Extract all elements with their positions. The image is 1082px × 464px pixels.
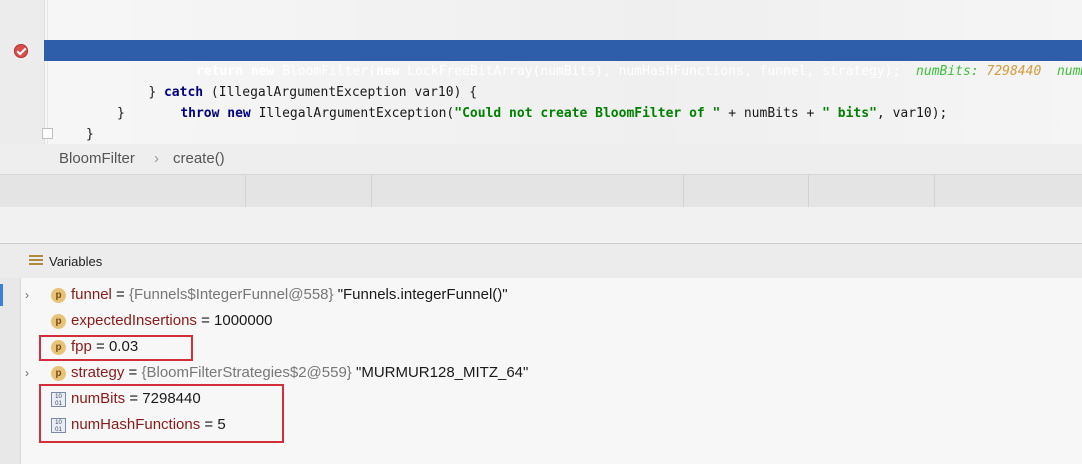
annotation-box-numbits-hash — [39, 384, 284, 443]
breadcrumb-separator-icon: › — [154, 150, 159, 167]
selection-marker — [0, 284, 3, 306]
variables-icon — [29, 255, 43, 267]
current-execution-line: return new BloomFilter(new LockFreeBitAr… — [44, 40, 1082, 79]
variable-value: 1000000 — [214, 312, 273, 329]
inline-value-numbits-label: numBits: — [916, 64, 987, 79]
breadcrumb: BloomFilter › create() — [0, 144, 1082, 174]
breadcrumb-method[interactable]: create() — [173, 150, 225, 167]
toolbar-divider — [683, 175, 684, 207]
variables-tree[interactable]: › p funnel = {Funnels$IntegerFunnel@558}… — [21, 278, 1082, 464]
code-line-catch: } catch (IllegalArgumentException var10)… — [148, 85, 478, 100]
parameter-icon: p — [51, 288, 66, 303]
variables-panel-header: Variables — [0, 243, 1082, 279]
inline-value-numhash: numHash — [1056, 64, 1082, 79]
code-line-try: try { — [117, 19, 187, 58]
code-line-return: return new BloomFilter(new LockFreeBitAr… — [149, 40, 1082, 79]
variable-value: "Funnels.integerFunnel()" — [333, 286, 508, 303]
expand-arrow-icon[interactable]: › — [25, 282, 29, 308]
inline-value-numbits: 7298440 — [986, 64, 1042, 79]
parameter-icon: p — [51, 314, 66, 329]
variable-type: {Funnels$IntegerFunnel@558} — [128, 286, 334, 303]
panel-splitter[interactable] — [0, 207, 1082, 241]
expand-arrow-icon[interactable]: › — [25, 360, 29, 386]
parameter-icon: p — [51, 366, 66, 381]
variable-name: expectedInsertions — [71, 312, 197, 329]
variables-title: Variables — [49, 254, 103, 269]
fold-guide — [47, 0, 48, 144]
variable-type: {BloomFilterStrategies$2@559} — [141, 364, 352, 381]
code-line-close-catch: } — [117, 106, 125, 121]
variable-name: strategy — [71, 364, 125, 381]
annotation-box-fpp — [39, 335, 193, 361]
code-line-throw: throw new IllegalArgumentException("Coul… — [180, 106, 948, 121]
breakpoint-icon[interactable] — [14, 44, 28, 58]
variable-name: funnel — [71, 286, 112, 303]
toolbar-divider — [808, 175, 809, 207]
debugger-toolbar — [0, 174, 1082, 208]
toolbar-divider — [934, 175, 935, 207]
code-line-close-method: } — [86, 127, 94, 142]
toolbar-divider — [371, 175, 372, 207]
fold-toggle-icon[interactable] — [42, 128, 53, 139]
variable-value: "MURMUR128_MITZ_64" — [351, 364, 529, 381]
code-editor[interactable]: try { return new BloomFilter(new LockFre… — [0, 0, 1082, 144]
breadcrumb-class[interactable]: BloomFilter — [59, 150, 135, 167]
variables-side-strip — [0, 278, 21, 464]
editor-gutter[interactable] — [0, 0, 45, 144]
toolbar-divider — [245, 175, 246, 207]
